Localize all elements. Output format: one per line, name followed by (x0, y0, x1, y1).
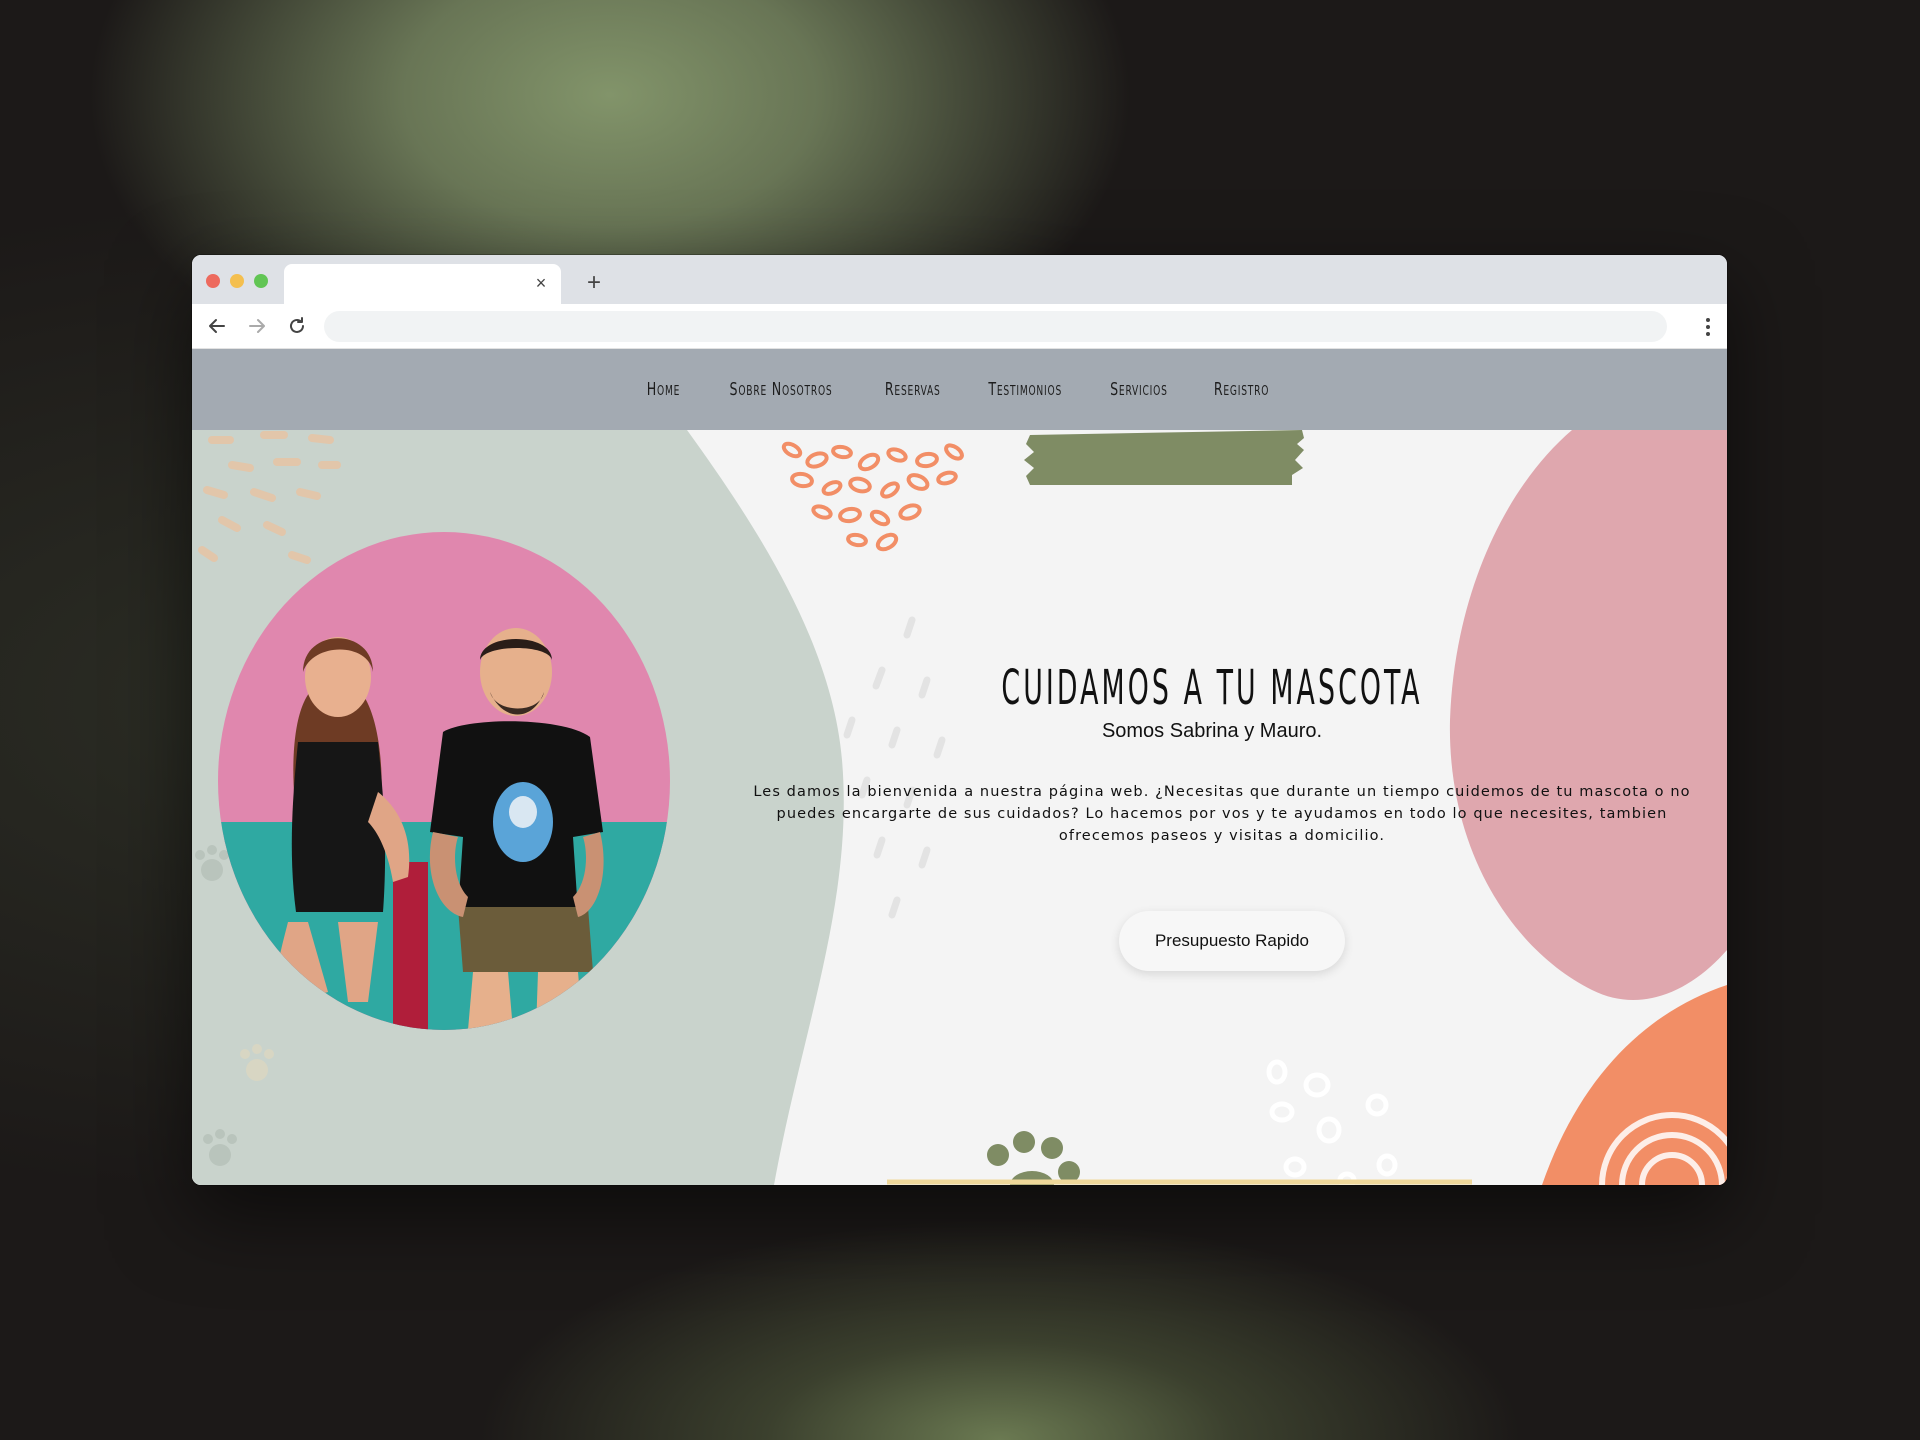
forward-arrow-icon[interactable] (246, 315, 268, 337)
nav-sobre-nosotros[interactable]: Sobre Nosotros (729, 379, 832, 400)
hero-section: CUIDAMOS A TU MASCOTA Somos Sabrina y Ma… (192, 430, 1727, 1185)
white-ring-pattern (1266, 1059, 1398, 1185)
green-brush-stroke (1024, 430, 1304, 485)
minimize-window-button[interactable] (230, 274, 244, 288)
browser-window: × + Home Sobre Nosotros Reservas Testimo… (192, 255, 1727, 1185)
site-navigation: Home Sobre Nosotros Reservas Testimonios… (192, 349, 1727, 430)
browser-toolbar (192, 304, 1727, 349)
hero-title: CUIDAMOS A TU MASCOTA (1001, 660, 1423, 716)
back-arrow-icon[interactable] (206, 315, 228, 337)
nav-servicios[interactable]: Servicios (1111, 379, 1169, 400)
nav-testimonios[interactable]: Testimonios (988, 379, 1062, 400)
browser-tab-bar: × + (192, 255, 1727, 304)
green-paw-icon (987, 1131, 1080, 1185)
close-icon[interactable]: × (531, 273, 551, 293)
hero-description: Les damos la bienvenida a nuestra página… (753, 784, 1691, 844)
nav-home[interactable]: Home (646, 379, 679, 400)
nav-reservas[interactable]: Reservas (884, 379, 940, 400)
maximize-window-button[interactable] (254, 274, 268, 288)
nav-registro[interactable]: Registro (1214, 379, 1269, 400)
close-window-button[interactable] (206, 274, 220, 288)
founders-photo (218, 532, 670, 1030)
hero-subtitle: Somos Sabrina y Mauro. (1101, 720, 1323, 742)
orange-leaf-cluster (781, 441, 964, 552)
reload-icon[interactable] (286, 315, 308, 337)
page-viewport: Home Sobre Nosotros Reservas Testimonios… (192, 349, 1727, 1185)
new-tab-plus-icon[interactable]: + (582, 271, 606, 296)
hero-text-block: CUIDAMOS A TU MASCOTA Somos Sabrina y Ma… (752, 658, 1689, 847)
quick-quote-button[interactable]: Presupuesto Rapido (1119, 911, 1345, 971)
address-bar[interactable] (324, 311, 1667, 342)
more-vertical-icon[interactable] (1705, 317, 1711, 337)
browser-tab[interactable]: × (284, 264, 561, 304)
